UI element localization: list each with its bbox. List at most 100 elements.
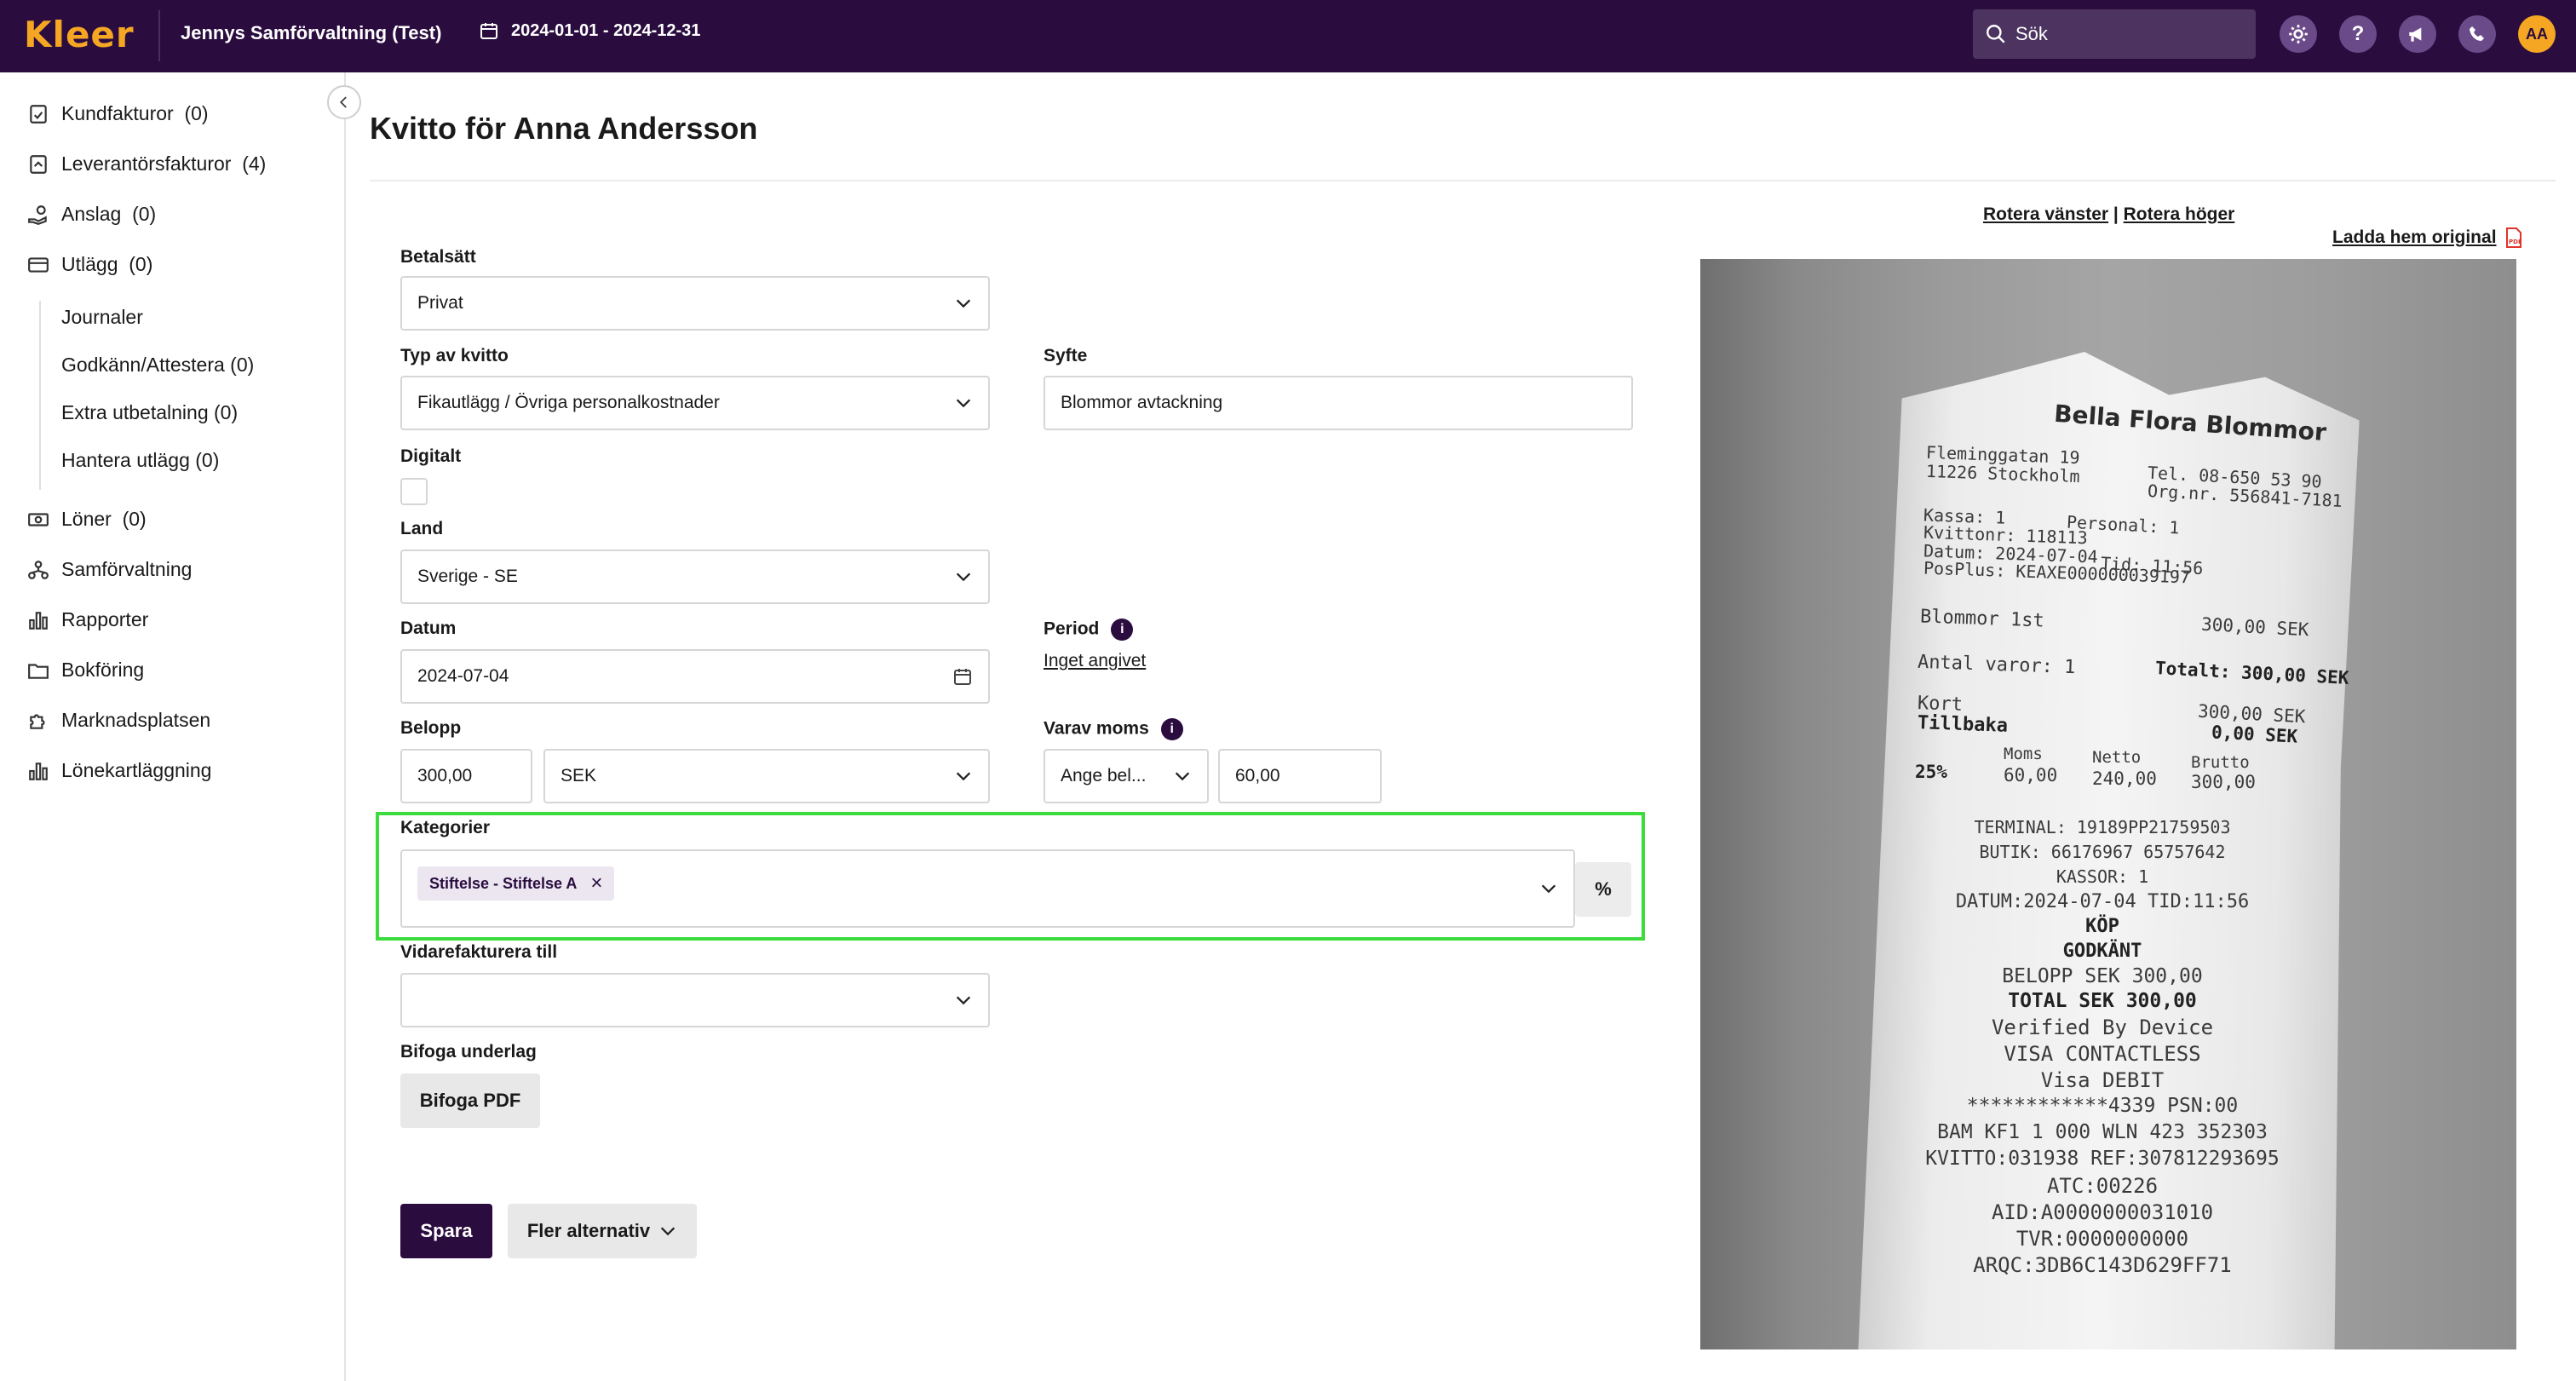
sidebar-item-count: (0) — [184, 102, 209, 124]
land-label: Land — [400, 519, 444, 538]
moms-mode-select[interactable]: Ange bel... — [1044, 749, 1209, 803]
puzzle-icon — [30, 713, 45, 729]
save-button[interactable]: Spara — [400, 1204, 492, 1258]
kleer-logo[interactable]: Kleer — [24, 13, 135, 55]
sidebar-item-count: (0) — [132, 203, 157, 225]
moms-amount-input[interactable]: 60,00 — [1218, 749, 1382, 803]
receipt-image: Bella Flora Blommor Fleminggatan 19 1122… — [1700, 259, 2516, 1349]
vidarefakturera-select[interactable] — [400, 973, 990, 1027]
sidebar-item-anslag[interactable]: Anslag (0) — [27, 203, 156, 226]
datum-input[interactable]: 2024-07-04 — [400, 649, 990, 704]
receipt-line: BELOPP SEK 300,00 — [2002, 965, 2203, 987]
sidebar-item-label: Samförvaltning — [61, 558, 193, 580]
info-icon[interactable]: i — [1160, 718, 1183, 740]
datum-value: 2024-07-04 — [417, 666, 509, 686]
page-title: Kvitto för Anna Andersson — [370, 111, 758, 146]
chevron-down-icon — [956, 573, 971, 582]
sidebar-item-label: Bokföring — [61, 659, 145, 681]
sidebar-item-leverantorsfakturor[interactable]: Leverantörsfakturor (4) — [27, 152, 266, 176]
megaphone-icon[interactable] — [2399, 15, 2436, 53]
calendar-icon[interactable] — [952, 666, 973, 687]
rotate-links: Rotera vänster | Rotera höger — [1983, 204, 2234, 225]
fiscal-period[interactable]: 2024-01-01 - 2024-12-31 — [479, 20, 700, 41]
sidebar-item-kundfakturor[interactable]: Kundfakturor (0) — [27, 102, 209, 125]
rotate-right-link[interactable]: Rotera höger — [2124, 204, 2235, 224]
chevron-down-icon — [956, 299, 971, 308]
logo-text: Kleer — [24, 13, 135, 55]
syfte-input[interactable]: Blommor avtackning — [1044, 376, 1633, 430]
receipt-item: Blommor 1st — [1919, 606, 2045, 632]
bifoga-pdf-button[interactable]: Bifoga PDF — [400, 1073, 540, 1128]
info-icon[interactable]: i — [1111, 619, 1134, 641]
kategori-tag-label: Stiftelse - Stiftelse A — [429, 874, 578, 892]
moms-label-text: Varav moms — [1044, 718, 1149, 739]
percent-button[interactable]: % — [1575, 862, 1631, 917]
sidebar-item-loner[interactable]: Löner (0) — [27, 508, 147, 531]
sidebar-item-count: (0) — [122, 508, 147, 530]
receipt-moms-head: Moms — [2004, 745, 2043, 763]
fiscal-period-text: 2024-01-01 - 2024-12-31 — [511, 20, 701, 40]
sidebar-item-utlagg[interactable]: Utlägg (0) — [27, 253, 152, 276]
help-icon[interactable]: ? — [2339, 15, 2377, 53]
help-glyph: ? — [2351, 22, 2365, 45]
currency-select[interactable]: SEK — [543, 749, 990, 803]
receipt-line: BAM KF1 1 000 WLN 423 352303 — [1937, 1121, 2268, 1143]
receipt-line: TOTAL SEK 300,00 — [2008, 990, 2197, 1012]
remove-tag-icon[interactable]: × — [590, 872, 602, 895]
search-input[interactable]: Sök — [1973, 9, 2256, 59]
kategorier-label: Kategorier — [400, 818, 491, 837]
belopp-input[interactable]: 300,00 — [400, 749, 532, 803]
betalsatt-select[interactable]: Privat — [400, 276, 990, 331]
sidebar-subitem-godkann[interactable]: Godkänn/Attestera (0) — [61, 354, 254, 377]
sidebar-item-label: Marknadsplatsen — [61, 709, 211, 731]
chevron-down-icon — [956, 996, 971, 1005]
sidebar-item-label: Utlägg — [61, 253, 118, 275]
receipt-line: TVR:0000000000 — [2015, 1227, 2189, 1251]
company-name[interactable]: Jennys Samförvaltning (Test) — [181, 22, 441, 44]
sidebar-item-lonekartlaggning[interactable]: Lönekartläggning — [27, 759, 211, 782]
download-original-link[interactable]: Ladda hem original PDF — [2332, 227, 2522, 248]
more-options-button[interactable]: Fler alternativ — [508, 1204, 697, 1258]
sidebar-subitem-hantera-utlagg[interactable]: Hantera utlägg (0) — [61, 449, 219, 472]
more-options-label: Fler alternativ — [526, 1220, 651, 1241]
typ-select[interactable]: Fikautlägg / Övriga personalkostnader — [400, 376, 990, 430]
receipt-moms-val: 60,00 — [2004, 765, 2058, 785]
period-label-text: Period — [1044, 619, 1100, 639]
topbar-divider — [158, 10, 160, 61]
sidebar-subitem-journaler[interactable]: Journaler — [61, 306, 143, 329]
network-icon — [28, 560, 49, 579]
sidebar-item-rapporter[interactable]: Rapporter — [27, 608, 148, 631]
receipt-line: Visa DEBIT — [2040, 1068, 2165, 1092]
period-link[interactable]: Inget angivet — [1044, 651, 1146, 671]
receipt-netto-head: Netto — [2092, 748, 2142, 767]
sidebar-item-label: Anslag — [61, 203, 122, 225]
phone-icon[interactable] — [2458, 15, 2496, 53]
title-divider — [370, 180, 2556, 181]
sidebar-item-samforvaltning[interactable]: Samförvaltning — [27, 558, 192, 581]
sidebar-subitem-extra-utbetalning[interactable]: Extra utbetalning (0) — [61, 401, 238, 424]
receipt-line: AID:A0000000031010 — [1991, 1200, 2214, 1224]
avatar[interactable]: AA — [2518, 15, 2556, 53]
chevron-down-icon — [1175, 772, 1190, 781]
digitalt-label: Digitalt — [400, 446, 462, 466]
rotate-left-link[interactable]: Rotera vänster — [1983, 204, 2108, 224]
sidebar-item-bokforing[interactable]: Bokföring — [27, 659, 144, 682]
credit-card-icon — [28, 256, 49, 273]
money-icon — [28, 512, 49, 527]
gear-icon[interactable] — [2280, 15, 2317, 53]
sidebar-item-marknadsplatsen[interactable]: Marknadsplatsen — [27, 709, 210, 732]
land-select[interactable]: Sverige - SE — [400, 550, 990, 604]
digitalt-checkbox[interactable] — [400, 478, 428, 505]
datum-label: Datum — [400, 619, 457, 638]
receipt-line: DATUM:2024-07-04 TID:11:56 — [1955, 891, 2250, 912]
chevron-down-icon — [1541, 884, 1556, 894]
sidebar-item-label: Kundfakturor — [61, 102, 174, 124]
supplier-invoice-icon — [30, 154, 47, 174]
receipt-line: Verified By Device — [1991, 1016, 2214, 1039]
receipt-line: KVITTO:031938 REF:307812293695 — [1925, 1148, 2280, 1170]
sidebar-item-label: Rapporter — [61, 608, 149, 630]
collapse-sidebar-button[interactable] — [327, 85, 361, 119]
land-value: Sverige - SE — [417, 567, 518, 586]
syfte-value: Blommor avtackning — [1061, 393, 1223, 412]
chevron-down-icon — [956, 772, 971, 781]
